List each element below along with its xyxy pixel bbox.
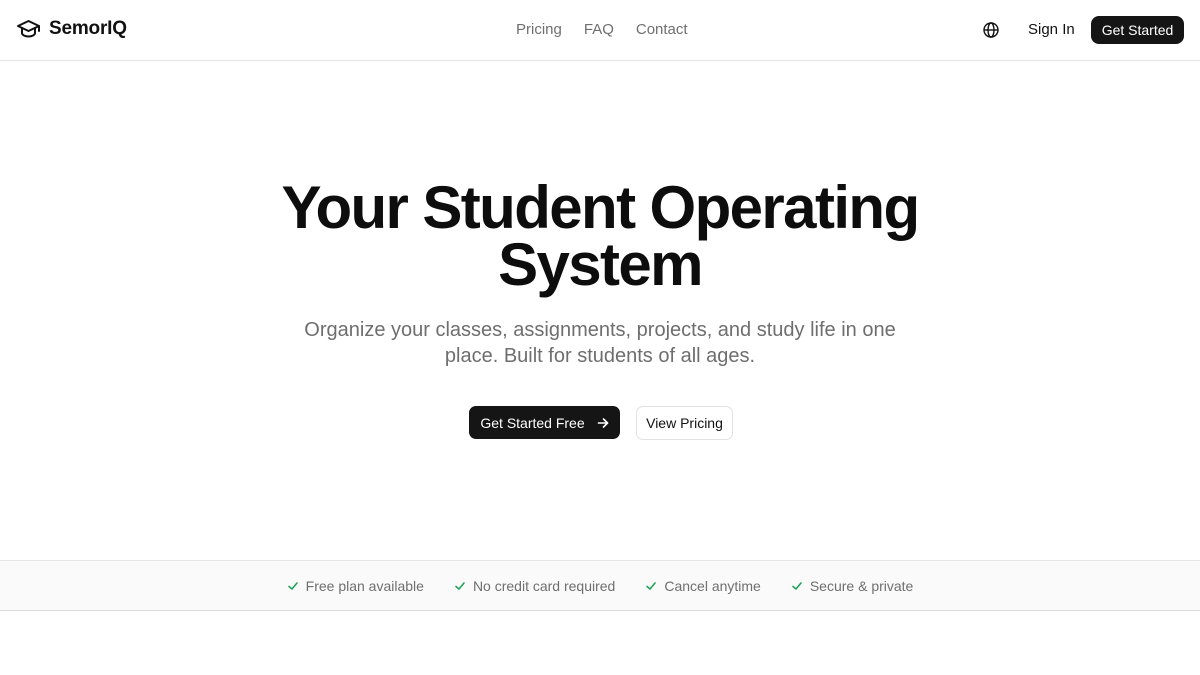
hero-title: Your Student Operating System (281, 174, 920, 298)
get-started-free-button[interactable]: Get Started Free (469, 406, 620, 439)
view-pricing-button[interactable]: View Pricing (636, 406, 733, 440)
feature-label: Secure & private (809, 577, 914, 594)
check-icon (792, 581, 802, 590)
sign-in-button[interactable]: Sign In (1018, 20, 1085, 40)
nav-link-contact[interactable]: Contact (636, 21, 688, 39)
arrow-right-icon (597, 417, 608, 428)
get-started-free-label: Get Started Free (480, 414, 585, 431)
hero-cta-row: Get Started Free View Pricing (469, 406, 733, 440)
nav-link-pricing[interactable]: Pricing (516, 21, 562, 39)
feature-item: Secure & private (791, 577, 914, 594)
top-navigation: SemorIQ Pricing FAQ Contact Sign In Get … (0, 0, 1200, 61)
feature-item: Cancel anytime (645, 578, 761, 594)
brand-logo[interactable]: SemorIQ (16, 18, 127, 40)
feature-strip: Free plan available No credit card requi… (0, 560, 1200, 611)
feature-label: No credit card required (472, 577, 616, 594)
get-started-button[interactable]: Get Started (1091, 16, 1184, 44)
globe-icon[interactable] (982, 21, 1000, 39)
hero-section: Your Student Operating System Organize y… (0, 61, 1200, 560)
check-icon (455, 581, 465, 590)
check-icon (646, 581, 657, 590)
nav-link-faq[interactable]: FAQ (584, 21, 614, 39)
brand-name: SemorIQ (49, 18, 127, 39)
feature-item: No credit card required (454, 578, 615, 594)
graduation-cap-icon (17, 20, 40, 38)
feature-item: Free plan available (287, 578, 424, 594)
nav-links: Pricing FAQ Contact (505, 21, 699, 39)
check-icon (287, 581, 298, 590)
feature-label: Free plan available (305, 577, 424, 594)
feature-label: Cancel anytime (664, 577, 761, 594)
hero-subtitle: Organize your classes, assignments, proj… (304, 319, 896, 367)
